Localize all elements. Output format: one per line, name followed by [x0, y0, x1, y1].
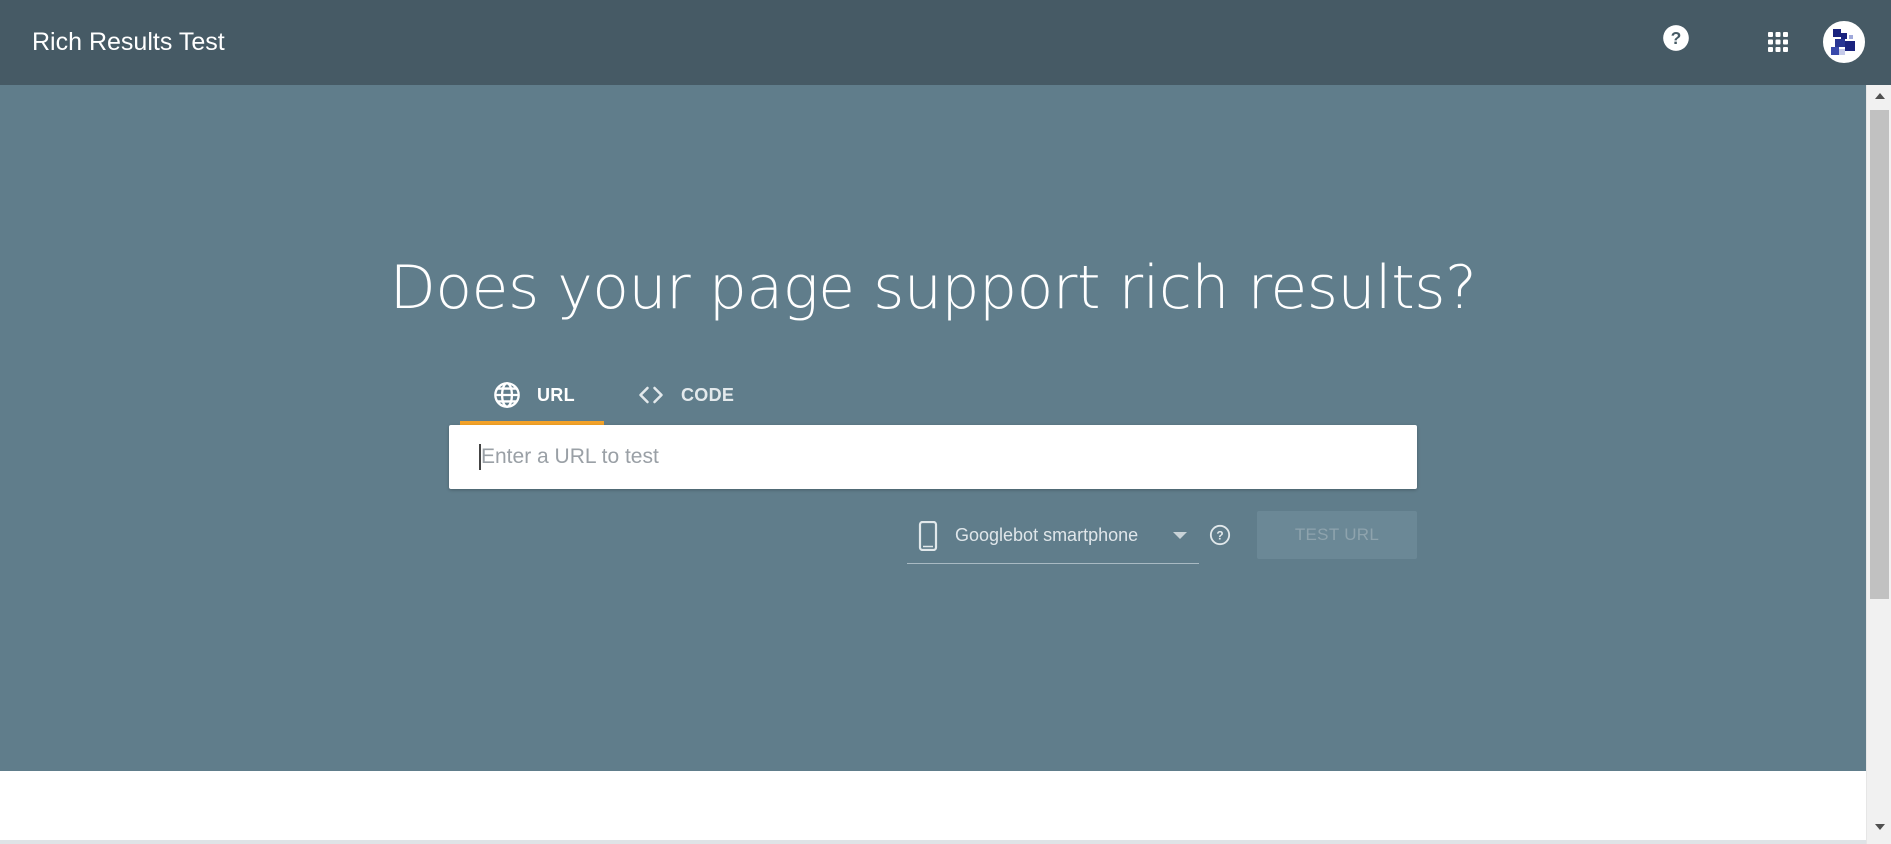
chevron-down-icon [1173, 532, 1187, 539]
tab-url-label: URL [537, 384, 575, 405]
scroll-down-arrow-icon[interactable] [1875, 824, 1885, 830]
avatar-image [1825, 23, 1863, 61]
app-title[interactable]: Rich Results Test [32, 26, 225, 58]
page-headline: Does your page support rich results? [389, 253, 1477, 323]
account-avatar[interactable] [1823, 21, 1865, 63]
tab-code-label: CODE [681, 384, 735, 405]
url-input[interactable] [479, 425, 1399, 489]
app-header: Rich Results Test ? [0, 0, 1891, 85]
tab-code[interactable]: CODE [637, 365, 757, 425]
scroll-up-arrow-icon[interactable] [1875, 93, 1885, 99]
bottom-divider [0, 840, 1866, 844]
user-agent-select[interactable]: Googlebot smartphone [907, 509, 1199, 564]
hero-section: Does your page support rich results? URL [0, 85, 1866, 771]
apps-grid-icon[interactable] [1766, 30, 1790, 54]
url-field[interactable] [449, 425, 1417, 489]
help-icon[interactable]: ? [1662, 24, 1690, 52]
globe-icon [494, 382, 520, 408]
tab-url[interactable]: URL [460, 365, 604, 425]
vertical-scrollbar[interactable] [1866, 85, 1891, 844]
user-agent-value: Googlebot smartphone [955, 525, 1139, 545]
scroll-thumb[interactable] [1870, 110, 1889, 599]
svg-text:?: ? [1216, 529, 1223, 543]
svg-text:?: ? [1671, 28, 1682, 48]
results-area [0, 771, 1866, 841]
smartphone-icon [918, 521, 938, 551]
test-url-button[interactable]: TEST URL [1257, 511, 1417, 559]
code-brackets-icon [639, 386, 663, 404]
user-agent-help-icon[interactable]: ? [1209, 524, 1231, 546]
